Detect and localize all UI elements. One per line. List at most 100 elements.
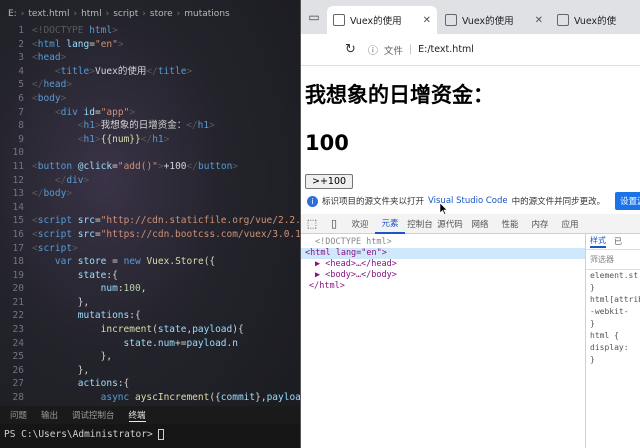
code-line[interactable]: 17 <script> — [0, 242, 300, 256]
dom-node[interactable]: </html> — [301, 281, 585, 292]
code-line[interactable]: 24 state.num+=payload.n — [0, 337, 300, 351]
code-line[interactable]: 6 <body> — [0, 92, 300, 106]
code-line[interactable]: 4 <title>Vuex的使用</title> — [0, 65, 300, 79]
code-line[interactable]: 19 state:{ — [0, 269, 300, 283]
code-line[interactable]: 1 <!DOCTYPE html> — [0, 24, 300, 38]
code-line[interactable]: 14 — [0, 201, 300, 215]
refresh-icon[interactable]: ↻ — [345, 42, 356, 57]
style-rule-line: element.st — [590, 271, 639, 280]
devtools-tab-memory[interactable]: 内存 — [525, 218, 555, 230]
devtools-tab-elements[interactable]: 元素 — [375, 214, 405, 234]
breadcrumb-item[interactable]: mutations — [184, 9, 229, 19]
code-line[interactable]: 13 </body> — [0, 187, 300, 201]
page-icon — [557, 14, 569, 26]
code-text: <title>Vuex的使用</title> — [54, 65, 193, 77]
code-lines[interactable]: 1 <!DOCTYPE html> 2 <html lang="en"> 3 <head>… — [0, 24, 307, 418]
code-line[interactable]: 18 var store = new Vuex.Store({ — [0, 255, 300, 269]
tab-actions-icon[interactable]: ▭ — [301, 0, 327, 34]
code-text: state:{ — [77, 269, 118, 281]
chevron-right-icon: › — [142, 9, 146, 19]
code-text: <head> — [32, 52, 67, 64]
dom-node-selected[interactable]: <html lang="en"> — [301, 248, 585, 259]
address-field[interactable]: ⓘ 文件 | E:/text.html — [368, 42, 474, 57]
devtools-infobar: i 标识项目的源文件夹以打开 Visual Studio Code 中的源文件并同步… — [301, 190, 640, 212]
panel-tab-terminal[interactable]: 终端 — [128, 409, 146, 422]
line-number: 21 — [12, 296, 24, 308]
panel-tabs: 问题 输出 调试控制台 终端 — [0, 406, 300, 424]
close-icon[interactable]: ✕ — [423, 15, 431, 26]
dom-node[interactable]: ▶ <body>…</body> — [301, 270, 585, 281]
code-line[interactable]: 8 <h1>我想象的日增资金：</h1> — [0, 119, 300, 133]
add-button[interactable]: >+100 — [305, 174, 354, 189]
code-line[interactable]: 28 async ayscIncrement({commit},payloa — [0, 391, 301, 405]
dom-node[interactable]: <!DOCTYPE html> — [301, 237, 585, 248]
elements-panel[interactable]: <!DOCTYPE html> <html lang="en"> ▶ <head… — [301, 234, 585, 448]
styles-tab[interactable]: 样式 — [590, 235, 606, 248]
styles-filter[interactable]: 筛选器 — [586, 250, 640, 270]
line-number: 18 — [12, 256, 24, 268]
code-line[interactable]: 22 mutations:{ — [0, 309, 300, 323]
code-text: <div id="app"> — [54, 106, 136, 118]
close-icon[interactable]: ✕ — [535, 15, 543, 26]
line-number: 24 — [12, 337, 24, 349]
devtools-tab-welcome[interactable]: 欢迎 — [345, 218, 375, 230]
chevron-right-icon: › — [105, 9, 110, 19]
styles-tabs: 样式 已 — [586, 234, 640, 250]
code-line[interactable]: 21 }, — [0, 296, 300, 310]
page-icon — [445, 14, 457, 26]
style-rule-line: display: — [590, 343, 629, 352]
breadcrumb-item[interactable]: E: — [8, 9, 17, 19]
code-line[interactable]: 16 <script src="https://cdn.bootcss.com/v… — [0, 228, 301, 242]
terminal[interactable]: PS C:\Users\Administrator> — [0, 424, 300, 448]
code-line[interactable]: 23 increment(state,payload){ — [0, 323, 300, 337]
line-number: 8 — [18, 120, 24, 132]
breadcrumb-item[interactable]: store — [150, 9, 173, 19]
line-number: 14 — [12, 201, 24, 213]
panel-tab-problems[interactable]: 问题 — [10, 409, 27, 421]
line-number: 26 — [12, 364, 24, 376]
code-line[interactable]: 5 </head> — [0, 78, 300, 92]
computed-tab[interactable]: 已 — [614, 236, 622, 247]
code-line[interactable]: 20 num:100, — [0, 282, 300, 296]
code-line[interactable]: 11 <button @click="add()">+100</button> — [0, 160, 300, 174]
code-line[interactable]: 9 <h1>{{num}}</h1> — [0, 133, 300, 147]
browser-tab[interactable]: Vuex的使 — [551, 6, 631, 34]
code-line[interactable]: 3 <head> — [0, 51, 300, 65]
devtools-tab-network[interactable]: 网络 — [465, 218, 495, 230]
code-text: </div> — [54, 174, 90, 186]
code-line[interactable]: 26 }, — [0, 364, 300, 378]
breadcrumb-item[interactable]: script — [113, 9, 138, 19]
devtools-tab-console[interactable]: 控制台 — [405, 218, 435, 230]
code-editor[interactable]: E: › text.html › html › script › store ›… — [0, 0, 307, 448]
style-rule-line: } — [590, 283, 595, 292]
code-text: </head> — [32, 79, 73, 91]
code-line[interactable]: 12 </div> — [0, 174, 300, 188]
line-number: 17 — [12, 242, 24, 254]
breadcrumb-item[interactable]: text.html — [28, 9, 69, 19]
code-line[interactable]: 27 actions:{ — [0, 377, 300, 391]
code-line[interactable]: 25 }, — [0, 350, 300, 364]
code-line[interactable]: 2 <html lang="en"> — [0, 38, 300, 52]
panel-tab-debug-console[interactable]: 调试控制台 — [72, 409, 115, 421]
device-icon[interactable]: ▯ — [323, 217, 345, 230]
code-line[interactable]: 7 <div id="app"> — [0, 106, 300, 120]
panel-tab-output[interactable]: 输出 — [41, 409, 58, 421]
inspect-icon[interactable]: ⬚ — [301, 217, 323, 230]
set-source-folder-button[interactable]: 设置源文件夹 — [615, 192, 640, 210]
line-number: 19 — [12, 269, 24, 281]
devtools-tab-performance[interactable]: 性能 — [495, 218, 525, 230]
line-number: 27 — [12, 378, 24, 390]
devtools-tab-application[interactable]: 应用 — [555, 218, 585, 230]
code-text: <script src="https://cdn.bootcss.com/vue… — [32, 228, 301, 240]
info-icon: i — [307, 195, 318, 207]
breadcrumb-item[interactable]: html — [81, 9, 102, 19]
browser-tab[interactable]: Vuex的使用 ✕ — [327, 6, 437, 34]
devtools-tab-sources[interactable]: 源代码 — [435, 218, 465, 230]
code-text: <script src="http://cdn.staticfile.org/v… — [32, 215, 307, 227]
dom-node[interactable]: ▶ <head>…</head> — [301, 259, 585, 270]
code-line[interactable]: 15 <script src="http://cdn.staticfile.org… — [0, 214, 307, 228]
infobar-text: 标识项目的源文件夹以打开 — [322, 197, 425, 207]
line-number: 15 — [12, 215, 24, 227]
browser-tab[interactable]: Vuex的使用 ✕ — [439, 6, 549, 34]
code-line[interactable]: 10 — [0, 146, 300, 160]
